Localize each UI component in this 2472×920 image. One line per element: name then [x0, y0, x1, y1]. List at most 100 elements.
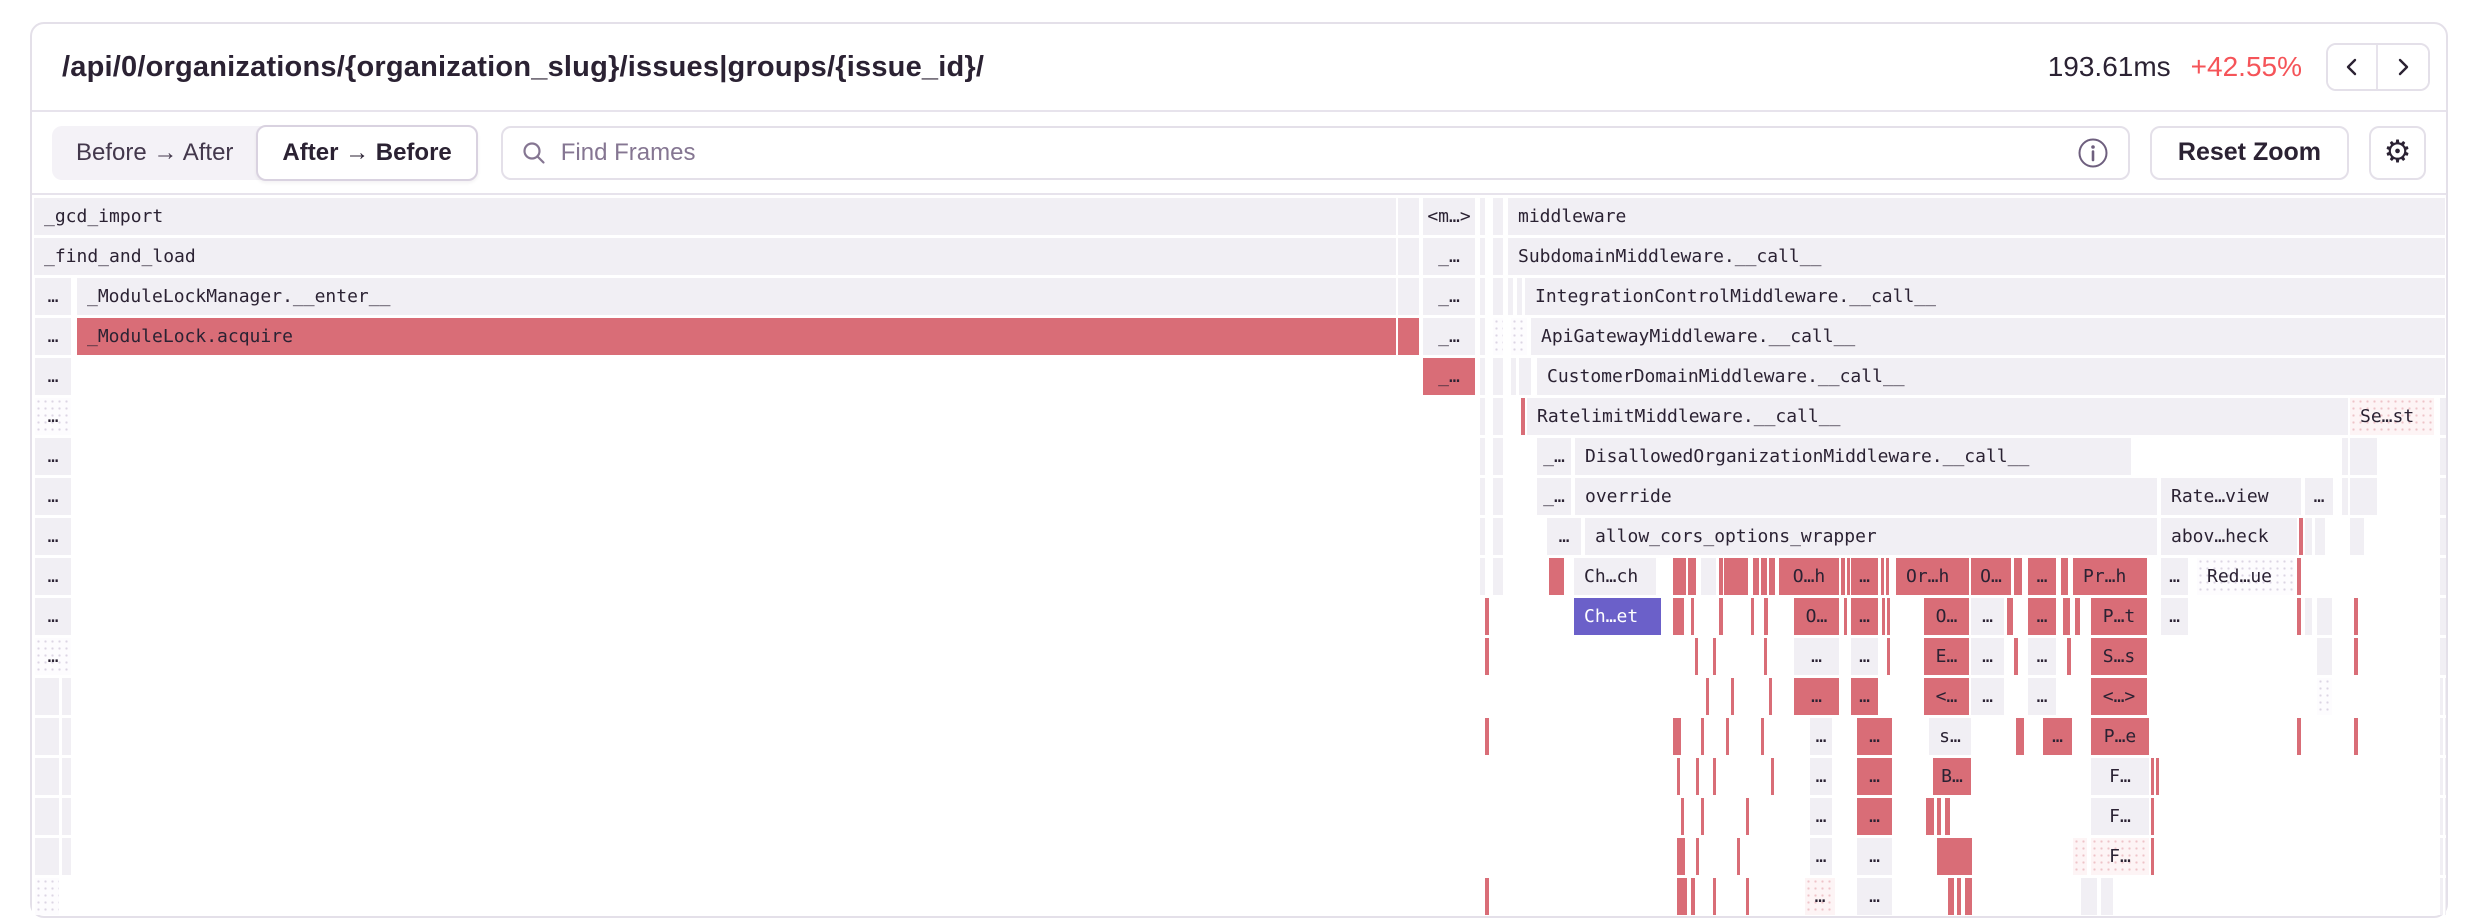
flame-frame[interactable]: S…s: [2091, 638, 2147, 675]
flame-frame[interactable]: …: [1971, 678, 2004, 715]
flame-frame[interactable]: …: [1810, 798, 1832, 835]
flame-frame[interactable]: [1493, 478, 1503, 515]
reset-zoom-button[interactable]: Reset Zoom: [2150, 126, 2349, 180]
flame-frame[interactable]: _…: [1423, 318, 1475, 355]
flame-frame[interactable]: …: [1851, 678, 1878, 715]
flame-frame[interactable]: [2440, 558, 2446, 595]
flame-frame[interactable]: …: [2028, 678, 2056, 715]
flame-frame[interactable]: _…: [1423, 238, 1475, 275]
flame-frame[interactable]: [62, 798, 71, 835]
flame-frame[interactable]: P…e: [2091, 718, 2149, 755]
flame-frame[interactable]: …: [35, 398, 71, 435]
flame-frame[interactable]: [1480, 278, 1485, 315]
flame-frame[interactable]: [2440, 718, 2443, 755]
flame-frame[interactable]: …: [1805, 878, 1835, 915]
flame-frame[interactable]: …: [1810, 758, 1832, 795]
flame-frame[interactable]: [1485, 718, 1489, 755]
flame-frame[interactable]: [35, 718, 59, 755]
flame-frame[interactable]: [2354, 598, 2358, 635]
flame-frame[interactable]: [2156, 758, 2159, 795]
info-icon[interactable]: [2076, 136, 2110, 170]
flame-frame[interactable]: [1731, 678, 1734, 715]
flame-frame[interactable]: [1948, 878, 1954, 915]
flame-frame[interactable]: [1887, 598, 1890, 635]
flame-frame[interactable]: [1706, 678, 1709, 715]
flame-frame[interactable]: [2350, 478, 2377, 515]
flame-frame[interactable]: [2445, 758, 2446, 795]
settings-button[interactable]: ⚙: [2369, 126, 2426, 180]
flame-frame[interactable]: SubdomainMiddleware.__call__: [1508, 238, 2445, 275]
flame-frame[interactable]: [2354, 638, 2358, 675]
flame-frame[interactable]: [1957, 878, 1961, 915]
flame-frame[interactable]: [1886, 558, 1889, 595]
flame-frame[interactable]: [1398, 198, 1419, 235]
flame-frame[interactable]: [1841, 558, 1845, 595]
flame-frame[interactable]: [1519, 358, 1531, 395]
flame-frame[interactable]: ApiGatewayMiddleware.__call__: [1531, 318, 2445, 355]
flame-frame[interactable]: [2440, 478, 2446, 515]
flame-frame[interactable]: F…: [2091, 838, 2149, 875]
flame-frame[interactable]: [1493, 278, 1503, 315]
flame-frame[interactable]: …: [2305, 478, 2333, 515]
flame-frame[interactable]: <m…>: [1423, 198, 1475, 235]
flame-frame[interactable]: [1681, 798, 1684, 835]
flame-frame[interactable]: [2151, 838, 2154, 875]
flame-frame[interactable]: …: [1794, 678, 1839, 715]
flame-frame[interactable]: [1937, 838, 1972, 875]
flame-frame[interactable]: [35, 798, 59, 835]
flame-frame[interactable]: …: [2028, 598, 2056, 635]
flame-frame[interactable]: _…: [1423, 358, 1475, 395]
flame-frame[interactable]: [1769, 558, 1775, 595]
flame-frame[interactable]: [1881, 558, 1884, 595]
flame-frame[interactable]: [2016, 718, 2024, 755]
flame-frame[interactable]: [1511, 318, 1527, 355]
flame-frame[interactable]: _ModuleLockManager.__enter__: [77, 278, 1396, 315]
flame-frame[interactable]: [2440, 598, 2446, 635]
flame-frame[interactable]: …: [1810, 838, 1832, 875]
flame-frame[interactable]: [2151, 798, 2154, 835]
flame-frame[interactable]: [2445, 838, 2446, 875]
flame-frame[interactable]: [1688, 558, 1696, 595]
flame-frame[interactable]: [2354, 718, 2358, 755]
flame-frame[interactable]: [1965, 878, 1972, 915]
flame-frame[interactable]: [1673, 598, 1684, 635]
flame-frame[interactable]: O…: [1924, 598, 1969, 635]
flame-frame[interactable]: …: [2161, 558, 2188, 595]
flame-frame[interactable]: [1696, 758, 1699, 795]
flame-frame[interactable]: …: [2043, 718, 2072, 755]
flame-frame[interactable]: [1480, 318, 1485, 355]
flame-frame[interactable]: [62, 758, 71, 795]
flame-frame[interactable]: [62, 718, 71, 755]
flame-frame[interactable]: [2061, 558, 2068, 595]
flame-frame[interactable]: …: [1857, 878, 1892, 915]
flame-frame[interactable]: Ch…et: [1574, 598, 1661, 635]
flame-frame[interactable]: [2440, 398, 2446, 435]
flame-frame[interactable]: [2299, 518, 2303, 555]
flame-frame[interactable]: [2317, 638, 2332, 675]
flame-frame[interactable]: [2440, 518, 2446, 555]
flame-frame[interactable]: …: [2028, 638, 2056, 675]
flame-frame[interactable]: …: [35, 598, 71, 635]
flame-frame[interactable]: [1737, 838, 1740, 875]
flame-frame[interactable]: [2081, 878, 2097, 915]
flame-frame[interactable]: [1485, 598, 1489, 635]
flame-frame[interactable]: [1485, 878, 1489, 915]
flame-frame[interactable]: [1485, 638, 1489, 675]
flame-frame[interactable]: [2075, 598, 2080, 635]
flame-frame[interactable]: …: [2028, 558, 2056, 595]
flame-frame[interactable]: …: [1851, 598, 1878, 635]
flame-frame[interactable]: O…: [1794, 598, 1839, 635]
flame-frame[interactable]: O…h: [1779, 558, 1839, 595]
flame-frame[interactable]: [2350, 518, 2364, 555]
flame-frame[interactable]: [1696, 838, 1699, 875]
flame-frame[interactable]: …: [35, 318, 71, 355]
flame-frame[interactable]: <…>: [2091, 678, 2147, 715]
flame-frame[interactable]: [1480, 238, 1485, 275]
flame-frame[interactable]: [2317, 598, 2332, 635]
flame-frame[interactable]: …: [1857, 838, 1892, 875]
flame-frame[interactable]: [2440, 878, 2443, 915]
flame-frame[interactable]: s…: [1929, 718, 1971, 755]
flame-frame[interactable]: [1945, 798, 1950, 835]
flame-frame[interactable]: _…: [1537, 478, 1571, 515]
flame-frame[interactable]: [1771, 758, 1774, 795]
